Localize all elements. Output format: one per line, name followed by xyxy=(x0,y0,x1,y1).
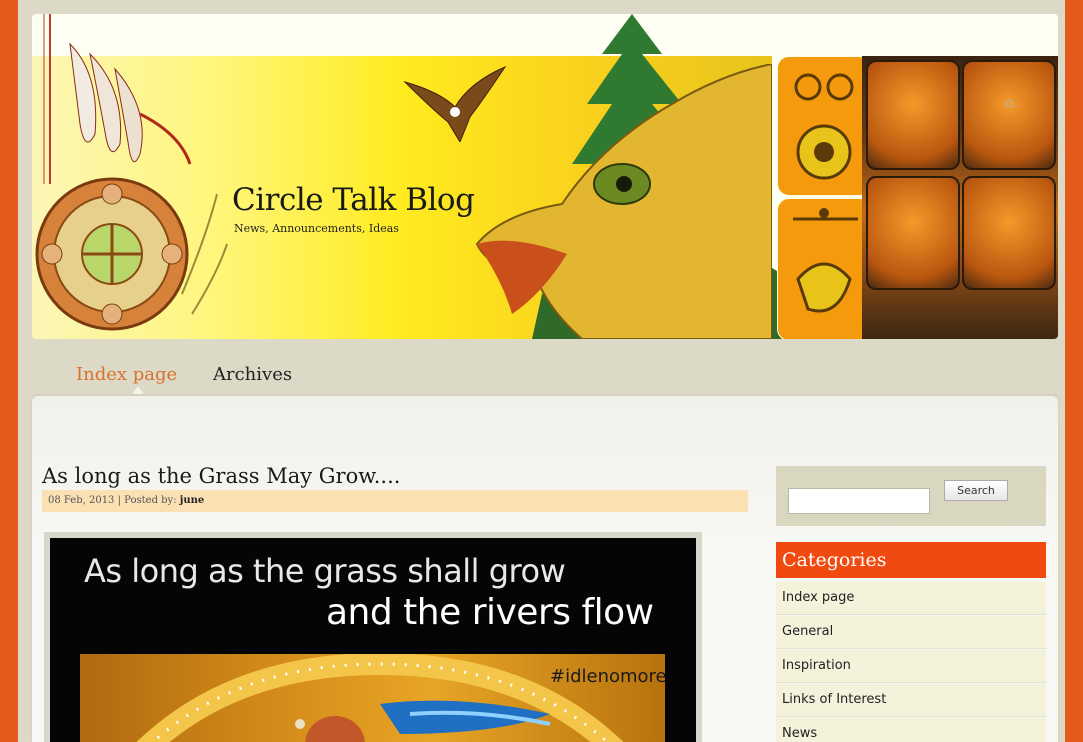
post-author[interactable]: june xyxy=(180,495,205,506)
image-artwork: #idlenomore xyxy=(80,654,665,742)
category-links-of-interest[interactable]: Links of Interest xyxy=(776,684,1046,717)
post-date: 08 Feb, 2013 xyxy=(48,495,115,506)
image-caption-line1: As long as the grass shall grow xyxy=(84,552,566,590)
post-title[interactable]: As long as the Grass May Grow.... xyxy=(42,464,400,488)
main-nav: Index page Archives xyxy=(32,350,1058,394)
home-icon[interactable]: ⌂ xyxy=(1004,96,1018,110)
symbol-tile-bottom xyxy=(777,198,871,339)
symbol-tiles xyxy=(777,56,871,339)
search-button[interactable]: Search xyxy=(944,480,1008,501)
nav-archives[interactable]: Archives xyxy=(213,364,292,385)
image-caption-line2: and the rivers flow xyxy=(326,592,654,633)
category-news[interactable]: News xyxy=(776,718,1046,742)
site-title[interactable]: Circle Talk Blog xyxy=(232,182,475,218)
category-general[interactable]: General xyxy=(776,616,1046,649)
post-meta: 08 Feb, 2013 | Posted by: june xyxy=(42,490,748,512)
header-banner: Circle Talk Blog News, Announcements, Id… xyxy=(32,14,1058,339)
category-index-page[interactable]: Index page xyxy=(776,582,1046,615)
categories-heading: Categories xyxy=(776,542,1046,578)
symbol-tile-top xyxy=(777,56,871,196)
image-hashtag: #idlenomore xyxy=(550,666,665,687)
category-inspiration[interactable]: Inspiration xyxy=(776,650,1046,683)
page-frame: Circle Talk Blog News, Announcements, Id… xyxy=(18,0,1065,742)
site-tagline: News, Announcements, Ideas xyxy=(234,222,399,235)
search-input[interactable] xyxy=(788,488,930,514)
content-panel: As long as the Grass May Grow.... 08 Feb… xyxy=(32,396,1058,742)
medicine-wheel-artwork xyxy=(35,177,228,331)
post-image[interactable]: As long as the grass shall grow and the … xyxy=(44,532,702,742)
nav-index-page[interactable]: Index page xyxy=(76,364,177,385)
feathers-artwork xyxy=(43,14,192,184)
sidebar-search: Search xyxy=(776,466,1046,526)
posted-by-label: | Posted by: xyxy=(117,495,177,506)
eagle-head-artwork xyxy=(475,64,772,339)
totem-pole-artwork xyxy=(862,56,1058,339)
nav-active-indicator xyxy=(132,386,144,394)
post-image-canvas: As long as the grass shall grow and the … xyxy=(50,538,696,742)
categories-list: Index page General Inspiration Links of … xyxy=(776,582,1046,742)
